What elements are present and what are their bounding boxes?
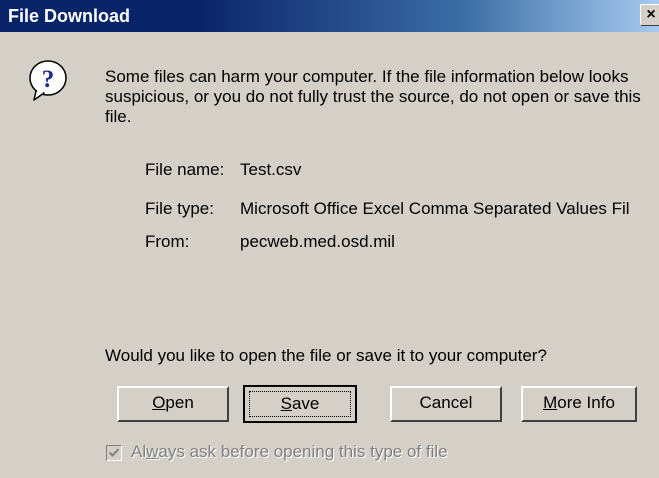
cancel-label: Cancel [419,393,473,412]
focus-rectangle: Save [249,391,351,417]
more-info-button[interactable]: More Info [521,386,637,422]
from-value: pecweb.med.osd.mil [240,232,395,251]
question-icon: ? [29,60,67,101]
file-name-label: File name: [145,160,225,179]
always-ask-checkbox[interactable] [106,445,122,461]
save-label-rest: ave [291,394,320,413]
window-title: File Download [8,6,131,26]
close-icon: × [646,6,656,23]
open-mnemonic: O [152,393,166,412]
file-type-label: File type: [145,199,214,218]
open-label-rest: pen [165,393,194,412]
always-ask-label: Always ask before opening this type of f… [131,442,448,462]
cancel-button[interactable]: Cancel [390,386,502,422]
more-info-mnemonic: M [543,393,558,412]
warning-message: Some files can harm your computer. If th… [105,67,641,126]
from-label: From: [145,232,190,251]
file-type-value: Microsoft Office Excel Comma Separated V… [240,199,630,218]
open-button[interactable]: Open [117,386,229,422]
save-button[interactable]: Save [243,385,357,423]
title-bar[interactable]: File Download × [0,0,659,32]
more-info-label-rest: ore Info [557,393,615,412]
always-ask-mnemonic: w [146,442,159,461]
file-name-value: Test.csv [240,160,302,179]
open-or-save-question: Would you like to open the file or save … [105,346,547,365]
always-ask-label-post: ays ask before opening this type of file [158,442,448,461]
always-ask-label-pre: Al [131,442,147,461]
svg-text:?: ? [42,66,55,93]
check-icon [108,448,120,457]
file-download-dialog: File Download × ? Some files can harm yo… [0,0,659,478]
close-button[interactable]: × [640,4,659,26]
save-mnemonic: S [280,394,292,413]
